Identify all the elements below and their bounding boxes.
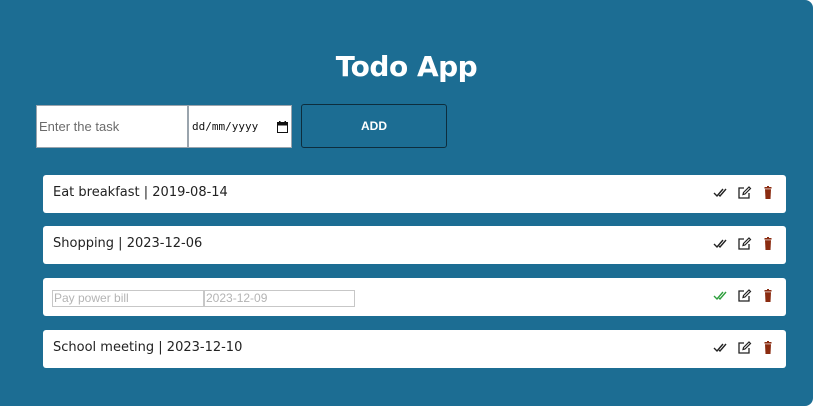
edit-icon[interactable] [737, 341, 752, 355]
edit-icon[interactable] [737, 186, 752, 200]
todo-text: Eat breakfast | 2019-08-14 [53, 185, 228, 200]
calendar-icon[interactable] [277, 120, 288, 133]
edit-date-input[interactable]: 2023-12-09 [204, 290, 355, 307]
date-placeholder: dd/mm/yyyy [192, 120, 259, 133]
double-check-icon[interactable] [713, 186, 728, 200]
todo-actions [713, 289, 776, 303]
page-title: Todo App [335, 50, 478, 83]
todo-item-editing: Pay power bill 2023-12-09 [43, 278, 786, 316]
todo-actions [713, 341, 776, 355]
app-container: Todo App dd/mm/yyyy ADD Eat breakfast | … [0, 0, 813, 406]
trash-icon[interactable] [761, 341, 776, 355]
todo-text: Shopping | 2023-12-06 [53, 236, 203, 251]
trash-icon[interactable] [761, 186, 776, 200]
double-check-icon[interactable] [713, 289, 728, 303]
edit-icon[interactable] [737, 237, 752, 251]
trash-icon[interactable] [761, 237, 776, 251]
todo-actions [713, 237, 776, 251]
task-input[interactable] [36, 105, 188, 148]
double-check-icon[interactable] [713, 341, 728, 355]
trash-icon[interactable] [761, 289, 776, 303]
date-input[interactable]: dd/mm/yyyy [188, 105, 292, 148]
todo-item: Shopping | 2023-12-06 [43, 226, 786, 264]
todo-item: School meeting | 2023-12-10 [43, 330, 786, 368]
todo-actions [713, 186, 776, 200]
edit-task-input[interactable]: Pay power bill [52, 290, 204, 307]
add-button[interactable]: ADD [301, 104, 447, 148]
todo-item: Eat breakfast | 2019-08-14 [43, 175, 786, 213]
double-check-icon[interactable] [713, 237, 728, 251]
edit-icon[interactable] [737, 289, 752, 303]
todo-text: School meeting | 2023-12-10 [53, 340, 243, 355]
